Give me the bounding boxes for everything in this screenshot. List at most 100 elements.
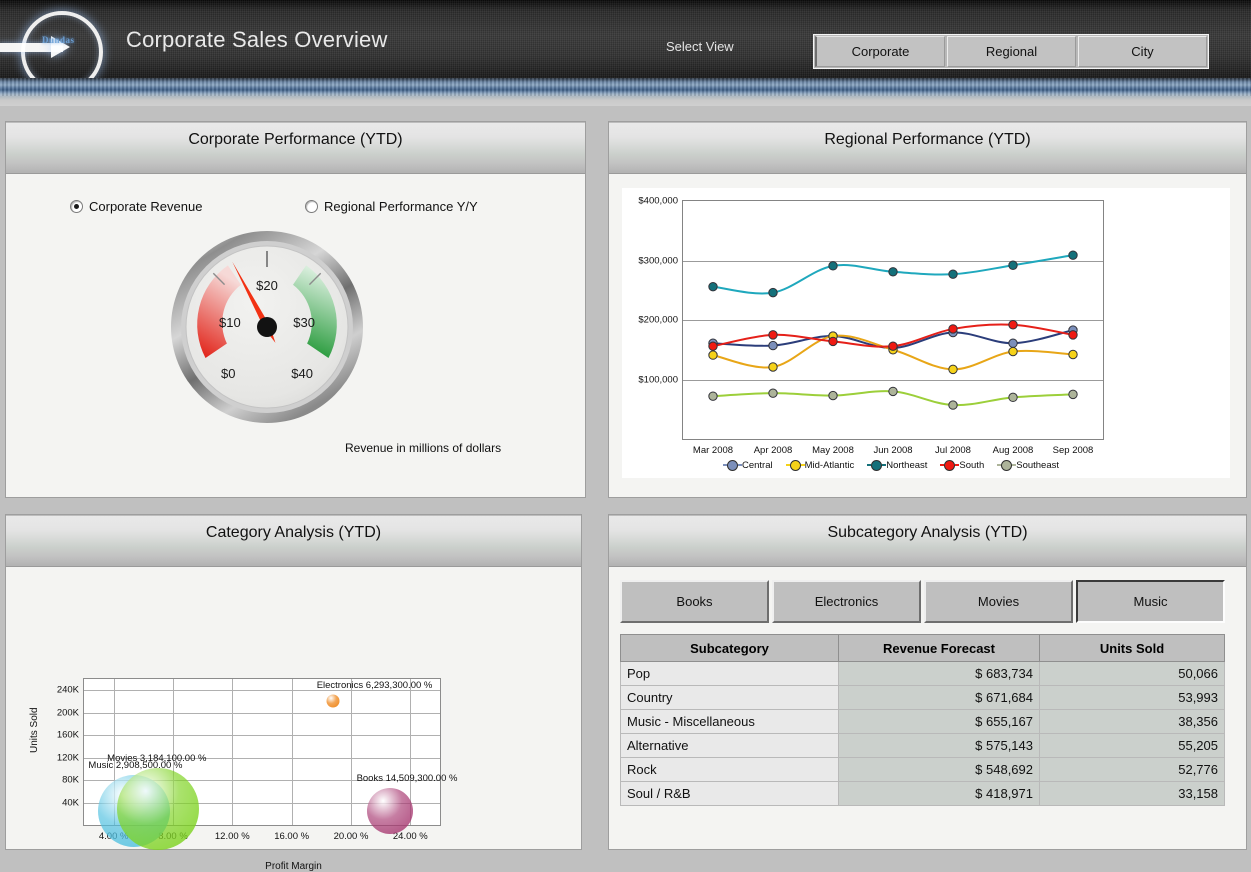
cell-units-sold: 55,205 [1040, 734, 1225, 758]
data-point[interactable] [1069, 350, 1077, 358]
data-point[interactable] [889, 268, 897, 276]
column-header-subcategory: Subcategory [621, 635, 839, 662]
data-point[interactable] [1009, 261, 1017, 269]
table-row[interactable]: Alternative$ 575,14355,205 [621, 734, 1225, 758]
header-divider [0, 78, 1251, 106]
view-button-city[interactable]: City [1078, 36, 1207, 67]
x-axis-tick-label: 12.00 % [215, 831, 250, 842]
data-point[interactable] [949, 401, 957, 409]
tab-movies[interactable]: Movies [924, 580, 1073, 623]
data-point[interactable] [1009, 321, 1017, 329]
panel-subcategory-analysis: Subcategory Analysis (YTD) Books Electro… [608, 514, 1247, 850]
data-point[interactable] [1069, 390, 1077, 398]
panel-title: Corporate Performance (YTD) [6, 131, 585, 149]
table-row[interactable]: Country$ 671,68453,993 [621, 686, 1225, 710]
cell-subcategory: Country [621, 686, 839, 710]
tab-books[interactable]: Books [620, 580, 769, 623]
legend-item[interactable]: Southeast [1001, 460, 1059, 471]
data-point[interactable] [889, 342, 897, 350]
data-point[interactable] [829, 391, 837, 399]
tab-music[interactable]: Music [1076, 580, 1225, 623]
column-header-revenue-forecast: Revenue Forecast [839, 635, 1040, 662]
data-point[interactable] [769, 288, 777, 296]
radio-label: Corporate Revenue [89, 199, 202, 214]
panel-header: Corporate Performance (YTD) [6, 122, 585, 174]
data-point[interactable] [1069, 331, 1077, 339]
radio-corporate-revenue[interactable]: Corporate Revenue [70, 199, 202, 214]
bubble-books[interactable] [367, 788, 413, 834]
bubble-label: Movies 3,184,100.00 % [107, 753, 206, 764]
gridline [351, 679, 352, 825]
legend-item[interactable]: Mid-Atlantic [790, 460, 855, 471]
legend-marker-icon [727, 460, 738, 471]
cell-revenue-forecast: $ 671,684 [839, 686, 1040, 710]
data-point[interactable] [709, 392, 717, 400]
data-point[interactable] [769, 389, 777, 397]
data-point[interactable] [829, 337, 837, 345]
line-chart-legend: Central Mid-Atlantic Northeast South Southea… [682, 460, 1104, 471]
panel-header: Category Analysis (YTD) [6, 515, 581, 567]
tab-electronics[interactable]: Electronics [772, 580, 921, 623]
cell-revenue-forecast: $ 418,971 [839, 782, 1040, 806]
view-button-corporate[interactable]: Corporate [815, 36, 945, 67]
data-point[interactable] [889, 387, 897, 395]
table-header-row: Subcategory Revenue Forecast Units Sold [621, 635, 1225, 662]
gridline [232, 679, 233, 825]
bubble-label: Books 14,509,300.00 % [357, 773, 458, 784]
radio-dot-icon [305, 200, 318, 213]
bubble-electronics[interactable] [327, 695, 340, 708]
y-axis-tick-label: 240K [57, 685, 79, 696]
panel-title: Category Analysis (YTD) [6, 524, 581, 542]
y-axis-tick-label: 40K [62, 797, 79, 808]
data-point[interactable] [949, 365, 957, 373]
cell-units-sold: 53,993 [1040, 686, 1225, 710]
legend-label: Southeast [1016, 460, 1059, 471]
gauge-unit-note: Revenue in millions of dollars [345, 441, 501, 455]
data-point[interactable] [769, 363, 777, 371]
cell-units-sold: 33,158 [1040, 782, 1225, 806]
cell-units-sold: 38,356 [1040, 710, 1225, 734]
data-point[interactable] [709, 342, 717, 350]
bubble-label: Electronics 6,293,300.00 % [317, 680, 433, 691]
table-body: Pop$ 683,73450,066Country$ 671,68453,993… [621, 662, 1225, 806]
legend-label: Northeast [886, 460, 927, 471]
data-point[interactable] [829, 262, 837, 270]
line-series-svg [683, 201, 1103, 439]
data-point[interactable] [1009, 347, 1017, 355]
radio-regional-performance-yy[interactable]: Regional Performance Y/Y [305, 199, 478, 214]
cell-subcategory: Music - Miscellaneous [621, 710, 839, 734]
data-point[interactable] [1009, 393, 1017, 401]
data-point[interactable] [769, 341, 777, 349]
data-point[interactable] [769, 331, 777, 339]
view-button-regional[interactable]: Regional [947, 36, 1076, 67]
table-row[interactable]: Soul / R&B$ 418,97133,158 [621, 782, 1225, 806]
radio-dot-icon [70, 200, 83, 213]
legend-item[interactable]: Central [727, 460, 773, 471]
legend-label: Mid-Atlantic [805, 460, 855, 471]
category-tab-group: Books Electronics Movies Music [620, 580, 1225, 623]
data-point[interactable] [1009, 339, 1017, 347]
cell-subcategory: Alternative [621, 734, 839, 758]
panel-title: Subcategory Analysis (YTD) [609, 524, 1246, 542]
data-point[interactable] [709, 351, 717, 359]
panel-regional-performance: Regional Performance (YTD) $100,000$200,… [608, 121, 1247, 498]
panel-title: Regional Performance (YTD) [609, 131, 1246, 149]
data-point[interactable] [949, 325, 957, 333]
table-row[interactable]: Music - Miscellaneous$ 655,16738,356 [621, 710, 1225, 734]
y-axis-tick-label: $200,000 [638, 315, 678, 326]
bubble-x-axis-title: Profit Margin [7, 861, 580, 872]
gauge-svg: $20 $10 $30 $0 $40 [167, 227, 367, 427]
legend-item[interactable]: South [944, 460, 984, 471]
table-row[interactable]: Rock$ 548,69252,776 [621, 758, 1225, 782]
legend-item[interactable]: Northeast [871, 460, 927, 471]
data-point[interactable] [709, 282, 717, 290]
gridline [84, 713, 440, 714]
cell-revenue-forecast: $ 575,143 [839, 734, 1040, 758]
svg-text:$10: $10 [219, 315, 241, 330]
bubble-chart-plot-area: 40K80K120K160K200K240K4.00 %8.00 %12.00 … [83, 678, 441, 826]
data-point[interactable] [949, 270, 957, 278]
bubble-movies[interactable] [117, 768, 199, 850]
table-row[interactable]: Pop$ 683,73450,066 [621, 662, 1225, 686]
subcategory-table: Subcategory Revenue Forecast Units Sold … [620, 634, 1225, 806]
data-point[interactable] [1069, 251, 1077, 259]
